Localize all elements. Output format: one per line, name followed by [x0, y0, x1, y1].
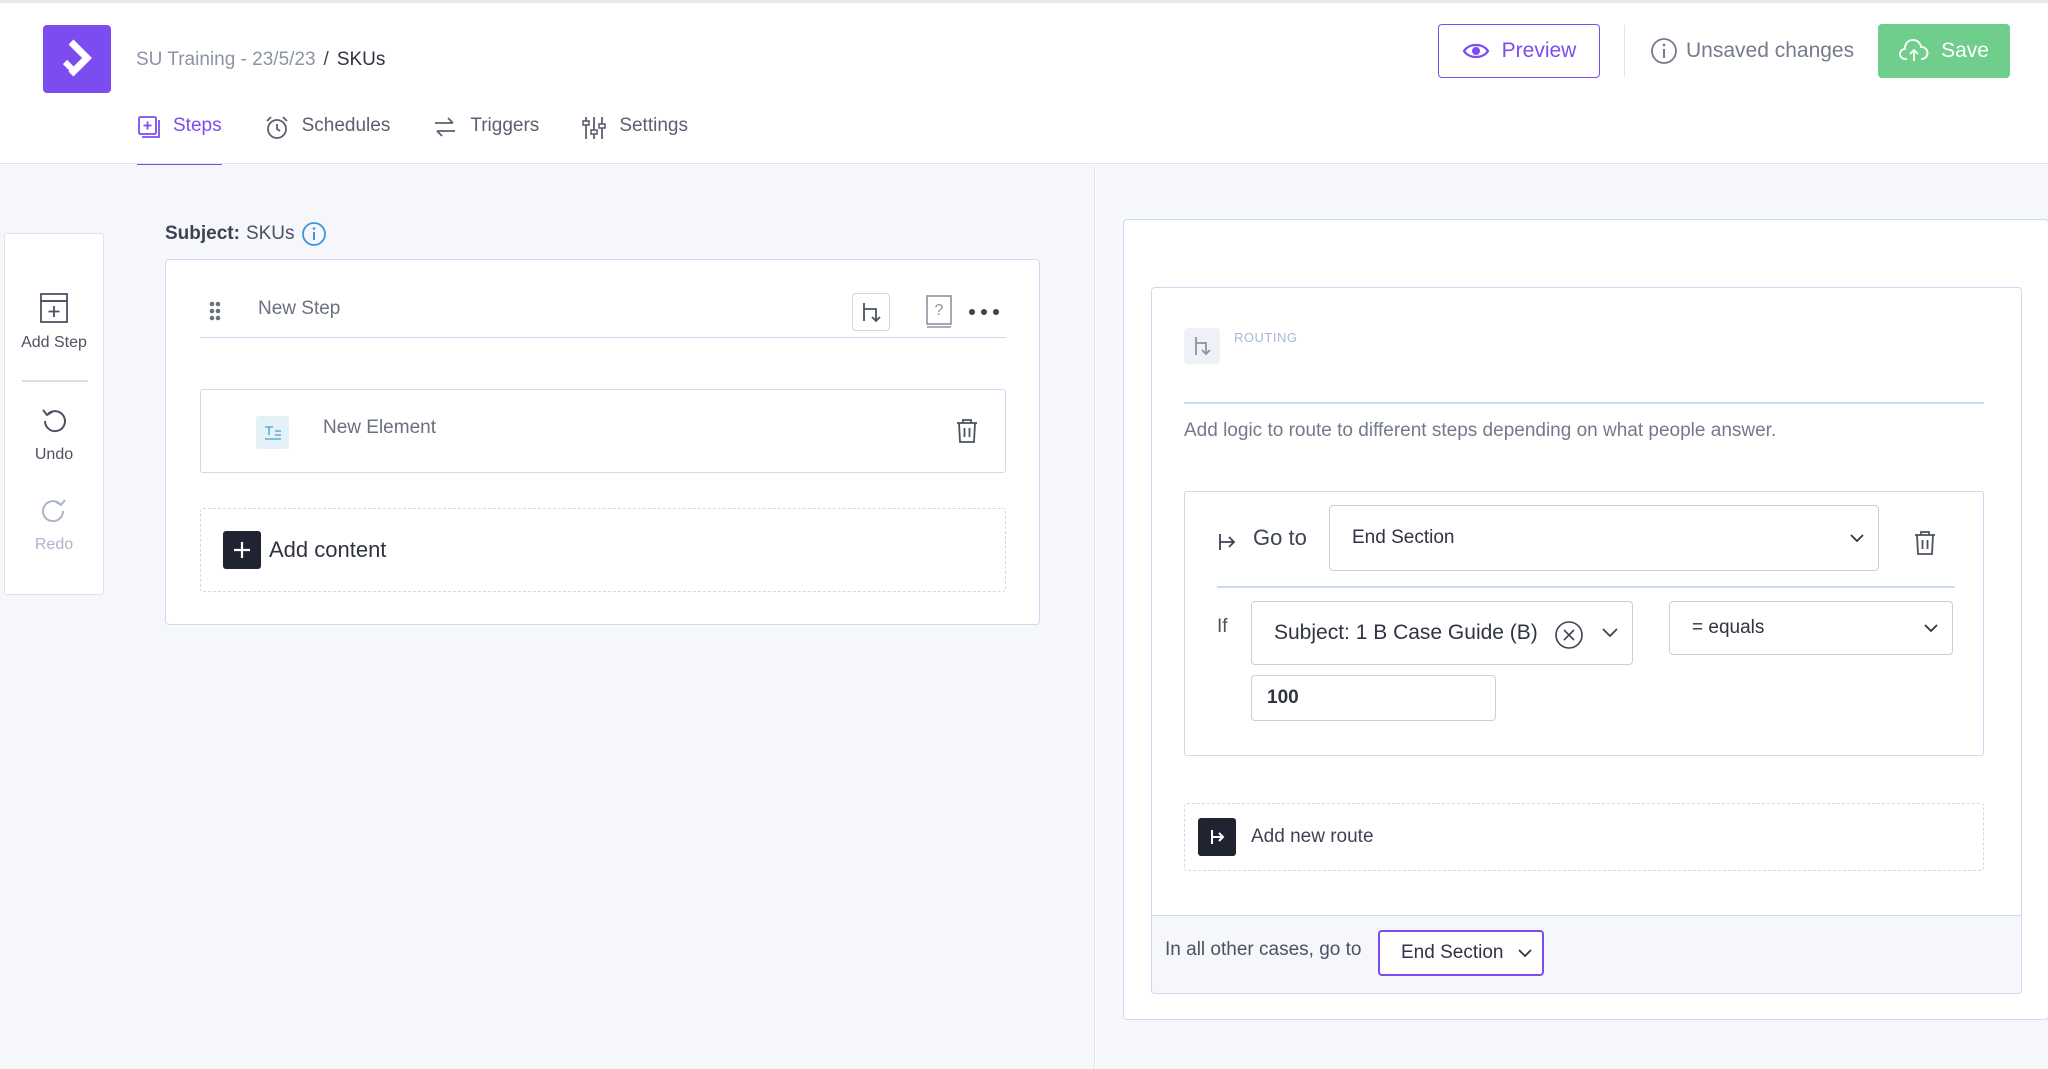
info-icon [1651, 38, 1677, 64]
add-content-button[interactable]: Add content [200, 508, 1006, 592]
toolbar-divider [22, 380, 88, 382]
undo-label: Undo [34, 446, 74, 463]
svg-text:?: ? [935, 302, 944, 319]
routing-sidebar: ROUTING Add logic to route to different … [1096, 165, 2048, 1069]
add-step-label: Add Step [21, 334, 87, 351]
chevron-down-icon [1850, 534, 1864, 543]
tab-bar: Steps Schedules Triggers Settings [137, 111, 730, 168]
trash-icon[interactable] [955, 418, 979, 444]
unsaved-changes-indicator: Unsaved changes [1650, 37, 1854, 65]
condition-value: 100 [1267, 687, 1299, 708]
tab-triggers-label: Triggers [470, 115, 540, 136]
drag-handle-icon[interactable] [208, 300, 222, 322]
breadcrumb-current: SKUs [336, 49, 386, 70]
unsaved-changes-label: Unsaved changes [1686, 39, 1855, 62]
save-button[interactable]: Save [1878, 24, 2010, 78]
breadcrumb-parent-link[interactable]: SU Training - 23/5/23 [136, 49, 316, 71]
app-header: SU Training - 23/5/23 / SKUs Steps Sched… [0, 0, 2048, 168]
preview-button[interactable]: Preview [1438, 24, 1600, 78]
routing-heading: ROUTING [1234, 330, 1298, 345]
info-icon[interactable] [301, 221, 327, 247]
subject-label: Subject: [165, 223, 240, 244]
condition-select-value: Subject: 1 B Case Guide (B) [1274, 621, 1538, 644]
chevron-down-icon [1518, 949, 1532, 958]
header-divider [1624, 25, 1625, 77]
condition-select[interactable]: Subject: 1 B Case Guide (B) [1251, 601, 1633, 665]
cloud-upload-icon [1899, 39, 1929, 61]
sliders-icon [582, 117, 607, 139]
breadcrumb: SU Training - 23/5/23 / SKUs [136, 49, 385, 71]
step-title[interactable]: New Step [258, 298, 340, 320]
goto-select-value: End Section [1352, 527, 1455, 548]
tab-schedules[interactable]: Schedules [264, 111, 391, 167]
routing-icon [863, 303, 881, 323]
subject-value: SKUs [245, 223, 295, 244]
routing-icon [1184, 328, 1220, 364]
routing-description: Add logic to route to different steps de… [1184, 420, 1777, 441]
chevron-down-icon [1602, 628, 1618, 638]
add-square-icon [138, 116, 160, 138]
default-route-label: In all other cases, go to [1165, 939, 1362, 960]
breadcrumb-separator: / [323, 49, 329, 70]
save-button-label: Save [1941, 39, 1989, 62]
chevron-down-icon [1924, 624, 1938, 633]
default-route: In all other cases, go to End Section [1152, 915, 2021, 993]
steps-canvas: Add Step Undo Redo Subject: SKUs New Ste… [0, 165, 1095, 1069]
add-route-button[interactable]: Add new route [1184, 803, 1984, 871]
routing-divider [1184, 402, 1984, 404]
tab-steps[interactable]: Steps [137, 111, 222, 168]
clear-icon[interactable] [1554, 620, 1584, 650]
element-row[interactable]: New Element [200, 389, 1006, 473]
if-label: If [1217, 616, 1228, 637]
redo-icon [42, 499, 66, 523]
redo-button[interactable]: Redo [5, 496, 103, 554]
goto-select[interactable]: End Section [1329, 505, 1879, 571]
tab-triggers[interactable]: Triggers [432, 111, 539, 167]
alarm-clock-icon [265, 116, 288, 139]
app-logo[interactable] [43, 25, 111, 93]
route-arrow-icon [1217, 532, 1237, 552]
operator-select-value: = equals [1692, 617, 1765, 638]
routing-card: ROUTING Add logic to route to different … [1151, 287, 2022, 994]
condition-value-input[interactable]: 100 [1251, 675, 1496, 721]
add-step-icon [40, 293, 68, 323]
tab-steps-label: Steps [173, 115, 222, 136]
element-title: New Element [323, 417, 436, 438]
editor-toolbar: Add Step Undo Redo [4, 233, 104, 595]
help-book-icon: ? [926, 295, 952, 328]
step-routing-button[interactable] [852, 293, 890, 331]
add-route-label: Add new route [1251, 826, 1374, 847]
eye-icon [1462, 43, 1489, 59]
plus-icon [223, 531, 261, 569]
goto-label: Go to [1253, 525, 1307, 550]
more-options-icon[interactable] [966, 300, 1002, 324]
logo-icon [62, 39, 92, 77]
undo-icon [42, 409, 66, 433]
step-card: New Step ? New Element Add content [165, 259, 1040, 625]
default-route-value: End Section [1401, 942, 1504, 963]
route-rule: Go to End Section If Subject: 1 B Case G… [1184, 491, 1984, 756]
text-element-icon [256, 416, 289, 449]
tab-settings[interactable]: Settings [581, 111, 688, 167]
step-header: New Step ? [200, 290, 1006, 338]
add-content-label: Add content [269, 537, 387, 562]
undo-button[interactable]: Undo [5, 406, 103, 464]
subject-heading: Subject: SKUs [165, 221, 327, 247]
route-divider [1217, 586, 1955, 588]
route-arrow-icon [1198, 818, 1236, 856]
add-step-button[interactable]: Add Step [5, 292, 103, 352]
step-help-button[interactable]: ? [924, 293, 954, 331]
swap-arrows-icon [435, 117, 456, 137]
tab-settings-label: Settings [619, 115, 688, 136]
delete-route-icon[interactable] [1913, 530, 1937, 556]
redo-label: Redo [34, 536, 74, 553]
routing-panel: ROUTING Add logic to route to different … [1123, 219, 2048, 1020]
operator-select[interactable]: = equals [1669, 601, 1953, 655]
tab-schedules-label: Schedules [301, 115, 391, 136]
default-route-select[interactable]: End Section [1378, 930, 1544, 976]
preview-button-label: Preview [1501, 39, 1577, 62]
